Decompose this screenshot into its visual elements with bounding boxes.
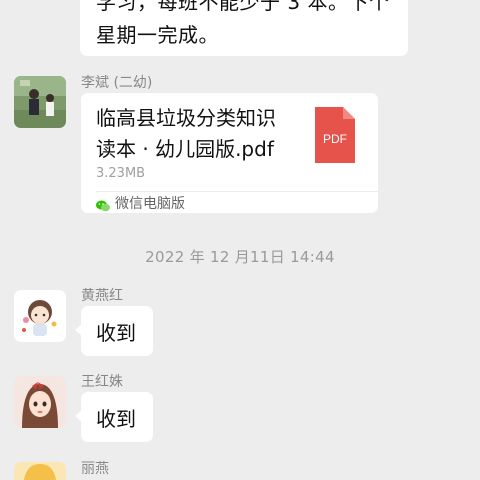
cartoon-girl-avatar-icon xyxy=(14,376,66,428)
sender-name: 李斌 (二幼) xyxy=(81,75,153,91)
avatar-sender-wanghongshu[interactable] xyxy=(14,376,66,428)
sender-name: 王红姝 xyxy=(81,374,123,390)
bubble-tail xyxy=(75,324,82,336)
message-text: 学习，每班不能少于 3 本。下个 星期一完成。 xyxy=(96,0,396,52)
sender-name: 丽燕 xyxy=(81,461,109,477)
avatar-sender-liyan[interactable] xyxy=(14,462,66,480)
cartoon-avatar-icon xyxy=(14,290,66,342)
file-name: 临高县垃圾分类知识 读本 · 幼儿园版.pdf xyxy=(96,103,306,165)
bubble-tail xyxy=(75,410,82,422)
file-name-line-1: 临高县垃圾分类知识 xyxy=(96,106,276,130)
pdf-label: PDF xyxy=(323,132,347,146)
message-text: 收到 xyxy=(96,321,136,345)
cartoon-avatar-icon xyxy=(14,462,66,480)
file-source-label: 微信电脑版 xyxy=(115,196,185,212)
message-bubble-notice[interactable]: 学习，每班不能少于 3 本。下个 星期一完成。 xyxy=(80,0,408,56)
pdf-file-icon: PDF xyxy=(315,107,355,163)
message-text-line-1: 学习，每班不能少于 3 本。下个 xyxy=(96,0,390,14)
sender-name: 黄燕红 xyxy=(81,288,123,304)
avatar-sender-libin[interactable] xyxy=(14,76,66,128)
wechat-pc-icon xyxy=(96,197,110,212)
message-bubble[interactable]: 收到 xyxy=(75,392,153,442)
message-text-line-2: 星期一完成。 xyxy=(96,23,219,47)
message-bubble[interactable]: 收到 xyxy=(75,306,153,356)
photo-avatar-icon xyxy=(14,76,66,128)
file-size: 3.23MB xyxy=(96,166,146,181)
chat-timestamp: 2022 年 12 月11日 14:44 xyxy=(145,248,335,266)
message-text: 收到 xyxy=(96,407,136,431)
file-name-line-2: 读本 · 幼儿园版.pdf xyxy=(96,137,274,161)
file-message-card[interactable]: 临高县垃圾分类知识 读本 · 幼儿园版.pdf 3.23MB PDF 微信电脑版 xyxy=(81,93,378,213)
avatar-sender-huangyanhong[interactable] xyxy=(14,290,66,342)
divider xyxy=(96,191,378,192)
